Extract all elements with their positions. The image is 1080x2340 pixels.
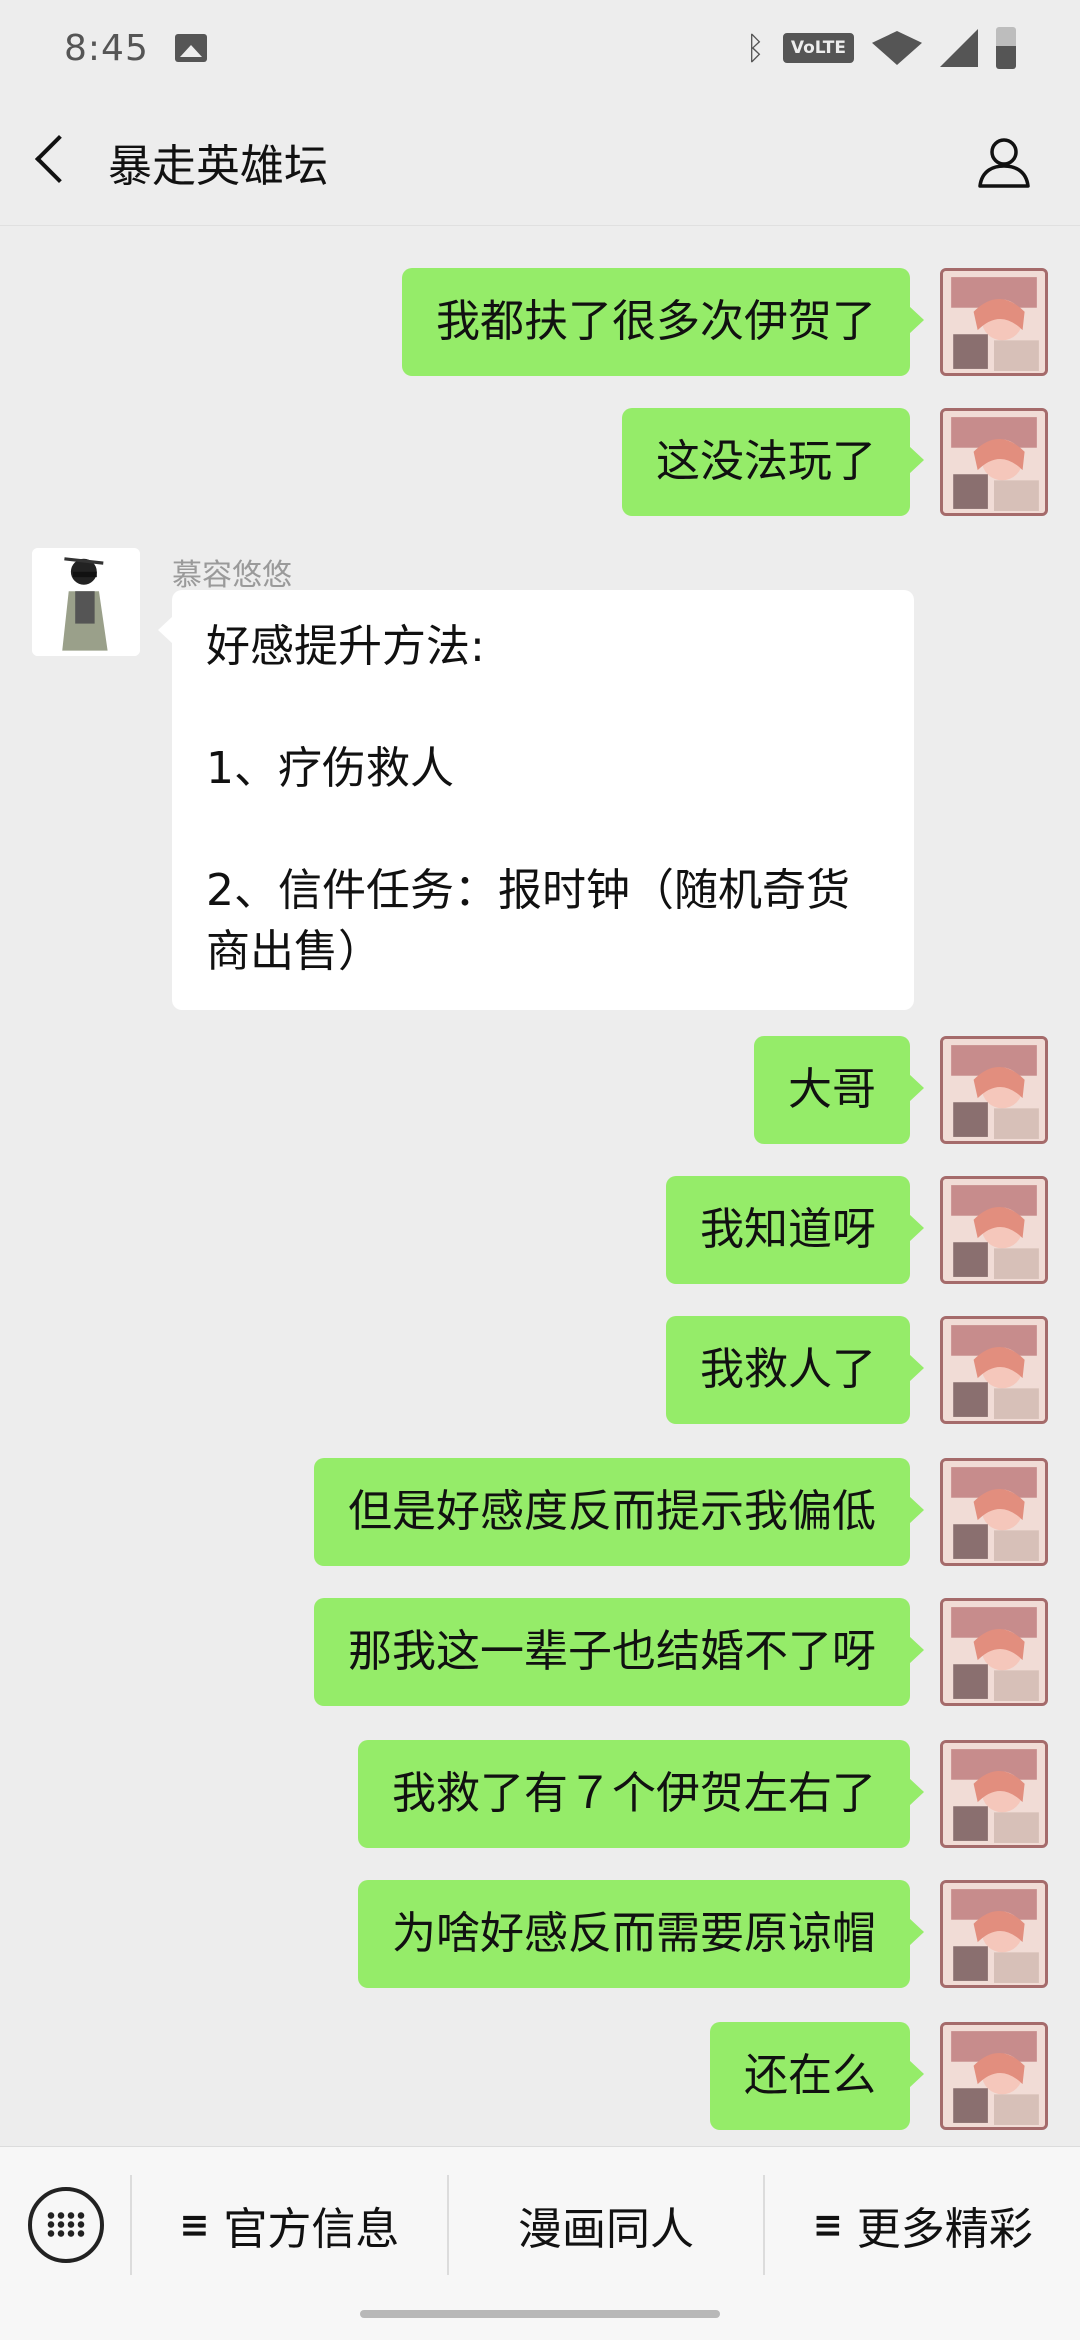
message-row-self: 我都扶了很多次伊贺了: [402, 268, 1048, 376]
bluetooth-icon: ᛒ: [745, 29, 765, 67]
message-list: 我都扶了很多次伊贺了 这没法玩了 慕容悠悠 好感提升方法: 1、疗伤救人 2、信…: [0, 226, 1080, 2146]
volte-icon: VoLTE: [782, 33, 854, 63]
submenu-icon: ≡: [179, 2204, 210, 2246]
avatar-self[interactable]: [940, 408, 1048, 516]
avatar-self[interactable]: [940, 1316, 1048, 1424]
message-bubble-self[interactable]: 这没法玩了: [622, 408, 924, 516]
chat-title: 暴走英雄坛: [108, 141, 328, 192]
battery-icon: [996, 27, 1016, 69]
message-row-self: 这没法玩了: [622, 408, 1048, 516]
avatar-self[interactable]: [940, 1036, 1048, 1144]
message-bubble-self[interactable]: 那我这一辈子也结婚不了呀: [314, 1598, 924, 1706]
chat-header: 暴走英雄坛: [0, 96, 1080, 226]
message-bubble-other[interactable]: 好感提升方法: 1、疗伤救人 2、信件任务：报时钟（随机奇货 商出售）: [158, 590, 914, 1010]
message-body-other: 慕容悠悠 好感提升方法: 1、疗伤救人 2、信件任务：报时钟（随机奇货 商出售）: [158, 548, 914, 1010]
menu-item-comics[interactable]: 漫画同人: [446, 2175, 764, 2275]
avatar-self[interactable]: [940, 1740, 1048, 1848]
menu-item-label: 更多精彩: [856, 2204, 1033, 2255]
status-icons: ᛒ VoLTE: [746, 27, 1016, 69]
message-bubble-self[interactable]: 我都扶了很多次伊贺了: [402, 268, 924, 376]
message-bubble-self[interactable]: 我救人了: [666, 1316, 924, 1424]
back-chevron-icon[interactable]: [34, 134, 84, 184]
person-icon[interactable]: [974, 132, 1034, 192]
avatar-self[interactable]: [940, 1458, 1048, 1566]
message-bubble-self[interactable]: 我救了有７个伊贺左右了: [358, 1740, 924, 1848]
message-row-self: 大哥: [754, 1036, 1048, 1144]
message-row-self: 还在么: [710, 2022, 1048, 2130]
keyboard-keys: [46, 2211, 86, 2237]
message-line: 1、疗伤救人: [206, 743, 454, 794]
chat-screen: 8:45 ᛒ VoLTE 暴走英雄坛 我都扶了很多次伊贺了 这没法玩了 慕容悠悠…: [0, 0, 1080, 2340]
wifi-icon: [872, 31, 922, 65]
message-row-other: 慕容悠悠 好感提升方法: 1、疗伤救人 2、信件任务：报时钟（随机奇货 商出售）: [32, 548, 914, 1010]
menu-item-more[interactable]: ≡ 更多精彩: [763, 2175, 1080, 2275]
avatar-self[interactable]: [940, 1176, 1048, 1284]
menu-item-official-info[interactable]: ≡ 官方信息: [130, 2175, 447, 2275]
message-row-self: 但是好感度反而提示我偏低: [314, 1458, 1048, 1566]
avatar-self[interactable]: [940, 2022, 1048, 2130]
avatar-other[interactable]: [32, 548, 140, 656]
message-row-self: 我知道呀: [666, 1176, 1048, 1284]
message-line: 商出售）: [206, 926, 382, 977]
message-bubble-self[interactable]: 为啥好感反而需要原谅帽: [358, 1880, 924, 1988]
message-line: 好感提升方法:: [206, 621, 485, 672]
keyboard-icon[interactable]: [28, 2187, 104, 2263]
status-bar: 8:45 ᛒ VoLTE: [0, 0, 1080, 96]
avatar-self[interactable]: [940, 1598, 1048, 1706]
status-time: 8:45: [64, 27, 149, 69]
home-indicator[interactable]: [360, 2310, 720, 2318]
message-bubble-self[interactable]: 但是好感度反而提示我偏低: [314, 1458, 924, 1566]
menu-item-label: 漫画同人: [518, 2204, 694, 2255]
message-row-self: 那我这一辈子也结婚不了呀: [314, 1598, 1048, 1706]
message-row-self: 为啥好感反而需要原谅帽: [358, 1880, 1048, 1988]
submenu-icon: ≡: [812, 2204, 843, 2246]
message-line: 2、信件任务：报时钟（随机奇货: [206, 865, 850, 916]
gallery-icon: [174, 34, 207, 62]
avatar-self[interactable]: [940, 1880, 1048, 1988]
message-bubble-self[interactable]: 我知道呀: [666, 1176, 924, 1284]
message-row-self: 我救人了: [666, 1316, 1048, 1424]
message-bubble-self[interactable]: 还在么: [710, 2022, 924, 2130]
message-row-self: 我救了有７个伊贺左右了: [358, 1740, 1048, 1848]
official-account-menu: ≡ 官方信息 漫画同人 ≡ 更多精彩: [130, 2175, 1080, 2275]
menu-item-label: 官方信息: [223, 2204, 400, 2255]
avatar-self[interactable]: [940, 268, 1048, 376]
signal-icon: [940, 29, 978, 67]
message-bubble-self[interactable]: 大哥: [754, 1036, 924, 1144]
sender-name: 慕容悠悠: [172, 558, 292, 593]
